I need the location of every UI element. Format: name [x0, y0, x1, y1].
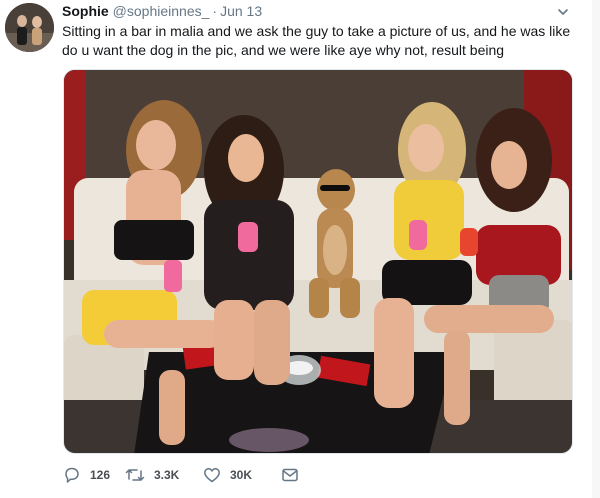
- avatar-photo: [5, 3, 54, 52]
- reply-icon: [65, 467, 79, 483]
- direct-message-icon: [282, 468, 298, 482]
- tweet-timestamp[interactable]: Jun 13: [220, 3, 262, 19]
- reply-button[interactable]: 126: [63, 464, 125, 486]
- tweet-text: Sitting in a bar in malia and we ask the…: [62, 23, 571, 58]
- direct-message-button[interactable]: [281, 464, 299, 486]
- bar-photo: [64, 70, 572, 453]
- retweet-icon: [125, 469, 145, 481]
- display-name[interactable]: Sophie: [62, 3, 109, 19]
- like-count: 30K: [230, 468, 253, 482]
- tweet-photo[interactable]: [63, 69, 573, 454]
- retweet-count: 3.3K: [154, 468, 180, 482]
- retweet-button[interactable]: 3.3K: [125, 464, 203, 486]
- avatar[interactable]: [5, 3, 54, 52]
- tweet-card[interactable]: Sophie @sophieinnes_ · Jun 13 Sitting in…: [0, 0, 600, 498]
- tweet-header: Sophie @sophieinnes_ · Jun 13: [62, 3, 262, 21]
- like-button[interactable]: 30K: [203, 464, 281, 486]
- separator-dot: ·: [212, 3, 218, 19]
- tweet-actions: 126 3.3K 30K: [63, 464, 299, 486]
- scrollbar[interactable]: [592, 0, 600, 498]
- heart-icon: [204, 468, 220, 483]
- user-handle[interactable]: @sophieinnes_: [113, 3, 210, 19]
- chevron-down-icon[interactable]: [557, 6, 569, 18]
- reply-count: 126: [90, 468, 111, 482]
